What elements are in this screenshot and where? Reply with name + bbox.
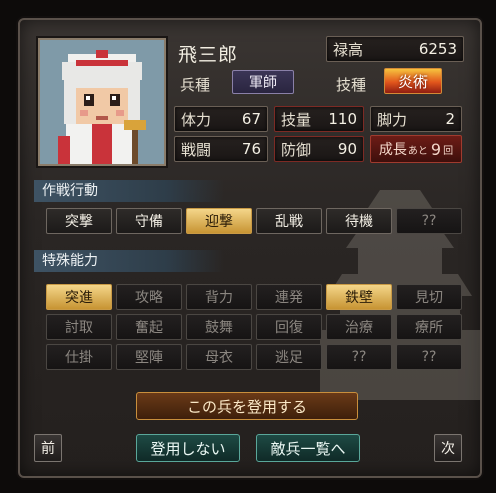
stat-skill: 技量 110 [274, 106, 364, 132]
stat-label: 戦闘 [181, 140, 212, 159]
ability-button[interactable]: ?? [396, 344, 462, 370]
tactic-button[interactable]: 突撃 [46, 208, 112, 234]
troop-type-badge: 軍師 [232, 70, 294, 94]
ability-button[interactable]: 堅陣 [116, 344, 182, 370]
growth-label: 成長 [378, 142, 407, 158]
ability-button[interactable]: 鉄壁 [326, 284, 392, 310]
tactic-button[interactable]: 乱戦 [256, 208, 322, 234]
stat-value: 2 [445, 110, 455, 128]
growth-badge: 成長 あと 9 回 [370, 135, 462, 163]
recruit-button[interactable]: この兵を登用する [136, 392, 358, 420]
ability-button[interactable]: 鼓舞 [186, 314, 252, 340]
ability-button[interactable]: 逃足 [256, 344, 322, 370]
growth-value: 9 [430, 139, 442, 159]
ability-button[interactable]: 背力 [186, 284, 252, 310]
unit-portrait [38, 38, 166, 166]
stat-value: 67 [241, 110, 261, 128]
stat-label: 技量 [281, 110, 312, 129]
ability-button[interactable]: 仕掛 [46, 344, 112, 370]
prev-button[interactable]: 前 [34, 434, 62, 462]
unit-name: 飛三郎 [178, 44, 239, 66]
stipend-box: 禄高 6253 [326, 36, 464, 62]
tactics-grid: 突撃 守備 迎撃 乱戦 待機?? [46, 208, 462, 234]
enemy-list-button[interactable]: 敵兵一覧へ [256, 434, 360, 462]
stat-stamina: 体力 67 [174, 106, 268, 132]
stat-label: 防御 [281, 140, 312, 159]
growth-remaining-label: あと [407, 145, 428, 157]
ability-button[interactable]: 奮起 [116, 314, 182, 340]
tactic-button[interactable]: 迎撃 [186, 208, 252, 234]
ability-button[interactable]: 療所 [396, 314, 462, 340]
stat-label: 脚力 [377, 110, 408, 129]
abilities-grid: 突進 攻略 背力 連発 鉄壁 見切討取 奮起 鼓舞 回復 治療 療所仕掛 堅陣 母衣 逃足???? [46, 284, 462, 370]
stat-value: 110 [328, 110, 357, 128]
stat-defense: 防御 90 [274, 136, 364, 162]
tactic-button[interactable]: 守備 [116, 208, 182, 234]
troop-label: 兵種 [180, 76, 211, 94]
stat-legs: 脚力 2 [370, 106, 462, 132]
tactics-section-title: 作戦行動 [34, 180, 224, 202]
ability-button[interactable]: 治療 [326, 314, 392, 340]
unit-detail-panel: 飛三郎 禄高 6253 兵種 軍師 技種 炎術 体力 67 技量 110 脚力 … [18, 18, 482, 478]
growth-unit: 回 [443, 145, 454, 157]
stat-combat: 戦闘 76 [174, 136, 268, 162]
stat-label: 体力 [181, 110, 212, 129]
ability-button[interactable]: 討取 [46, 314, 112, 340]
ability-button[interactable]: 攻略 [116, 284, 182, 310]
stat-value: 76 [241, 140, 261, 158]
stipend-label: 禄高 [333, 40, 364, 59]
abilities-section-title: 特殊能力 [34, 250, 224, 272]
skill-type-label: 技種 [336, 76, 367, 94]
tactic-button[interactable]: ?? [396, 208, 462, 234]
stipend-value: 6253 [418, 40, 457, 58]
skill-type-badge: 炎術 [384, 68, 442, 94]
warrior-portrait-icon [40, 40, 164, 164]
stat-value: 90 [337, 140, 357, 158]
tactic-button[interactable]: 待機 [326, 208, 392, 234]
ability-button[interactable]: 見切 [396, 284, 462, 310]
decline-button[interactable]: 登用しない [136, 434, 240, 462]
ability-button[interactable]: 連発 [256, 284, 322, 310]
ability-button[interactable]: 母衣 [186, 344, 252, 370]
ability-button[interactable]: 回復 [256, 314, 322, 340]
next-button[interactable]: 次 [434, 434, 462, 462]
ability-button[interactable]: ?? [326, 344, 392, 370]
ability-button[interactable]: 突進 [46, 284, 112, 310]
